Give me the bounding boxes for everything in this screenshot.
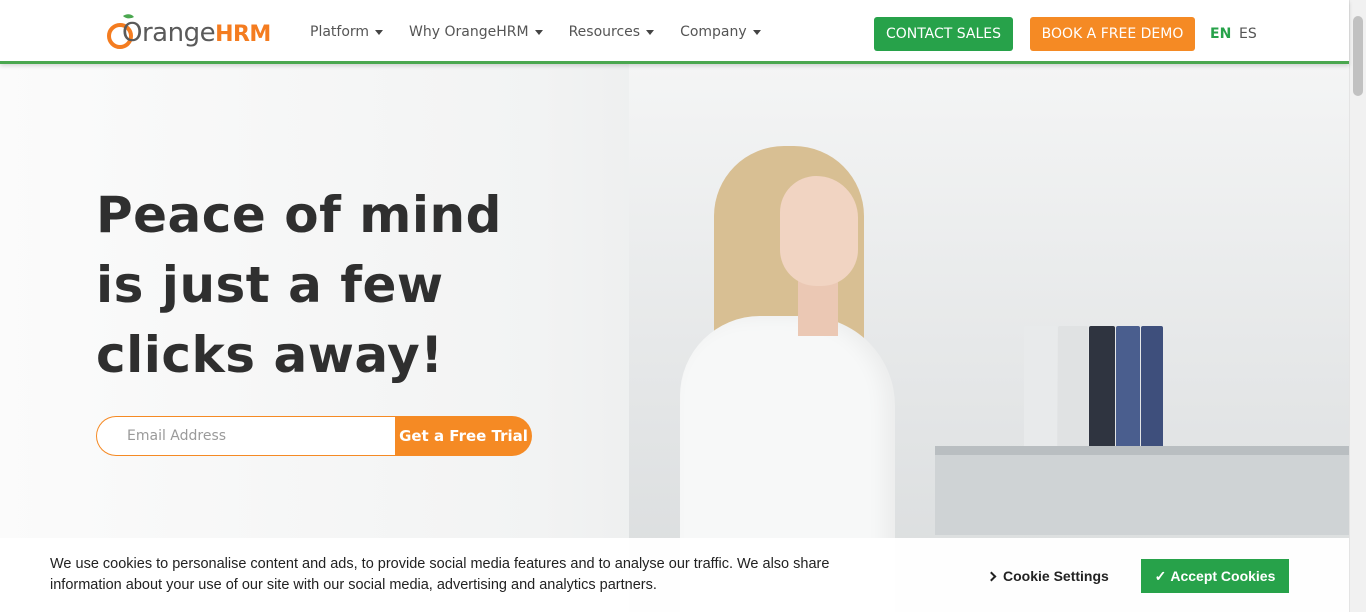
binder-image [1024,326,1057,466]
nav-company[interactable]: Company [680,24,761,40]
nav-why-label: Why OrangeHRM [409,24,529,40]
book-demo-button[interactable]: BOOK A FREE DEMO [1030,17,1195,51]
binder-image [1141,326,1163,466]
caret-down-icon [752,29,761,35]
cookie-settings-link[interactable]: Cookie Settings [986,568,1109,584]
nav-why-orangehrm[interactable]: Why OrangeHRM [409,24,543,40]
binder-image [1116,326,1140,466]
accept-cookies-label: Accept Cookies [1170,568,1276,584]
email-input[interactable] [96,416,396,456]
checkmark-icon: ✓ [1154,567,1167,584]
language-es[interactable]: ES [1239,26,1257,42]
nav-platform[interactable]: Platform [310,24,384,40]
cookie-banner: We use cookies to personalise content an… [0,538,1349,612]
cookie-settings-label: Cookie Settings [1003,568,1109,584]
scrollbar-thumb[interactable] [1353,16,1363,96]
accept-cookies-button[interactable]: ✓ Accept Cookies [1141,559,1289,593]
face-shape [780,176,858,286]
cookie-message: We use cookies to personalise content an… [50,556,830,593]
hero-headline: Peace of mind is just a few clicks away! [96,180,546,390]
free-trial-button[interactable]: Get a Free Trial [395,416,532,456]
logo-wordmark: OrangeHRM [122,18,271,48]
caret-down-icon [646,29,655,35]
caret-down-icon [375,29,384,35]
chevron-right-icon [986,571,997,581]
binder-image [1089,326,1115,466]
headline-line-3: clicks away! [96,326,444,384]
headline-line-2: is just a few [96,256,444,314]
logo-brand-suffix: HRM [215,22,271,47]
logo-brand-main: Orange [122,18,216,48]
free-trial-form: Get a Free Trial [96,416,532,456]
orangehrm-logo[interactable]: OrangeHRM [104,10,274,54]
main-nav: Platform Why OrangeHRM Resources Company [310,0,787,64]
nav-platform-label: Platform [310,24,370,40]
page-scrollbar[interactable] [1349,0,1366,612]
headline-line-1: Peace of mind [96,186,502,244]
shelf-image [935,455,1349,535]
binder-image [1058,326,1088,466]
nav-resources[interactable]: Resources [569,24,655,40]
caret-down-icon [534,29,543,35]
nav-company-label: Company [680,24,747,40]
nav-resources-label: Resources [568,24,641,40]
site-header: OrangeHRM Platform Why OrangeHRM Resourc… [0,0,1349,64]
contact-sales-button[interactable]: CONTACT SALES [874,17,1013,51]
language-en[interactable]: EN [1210,26,1231,42]
